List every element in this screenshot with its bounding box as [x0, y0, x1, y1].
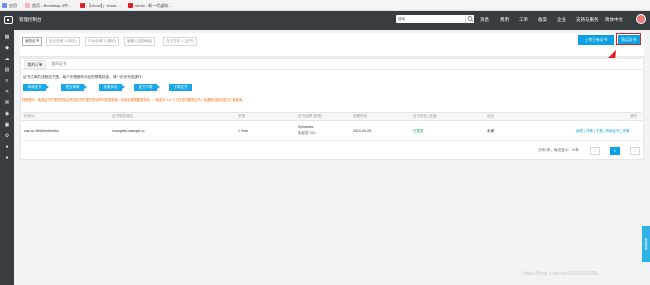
grid-icon[interactable]: ▦ [4, 35, 10, 40]
cell-instance-id: cas-cn-4560em6m6hu [24, 129, 59, 133]
apps-icon [2, 3, 7, 8]
bookmark-vhost-1[interactable]: 【vhost】」vhost ... [80, 2, 121, 9]
cell-state: 未满 [487, 129, 494, 133]
page-1-button[interactable]: 1 [610, 147, 620, 155]
page-icon [25, 3, 30, 8]
database-icon[interactable]: ▤ [4, 68, 10, 73]
step-arrow-icon [84, 85, 87, 89]
cell-domain: huangfeit.cataspsi.cc [112, 129, 145, 133]
online-consult-button[interactable]: 在线咨询 [642, 226, 650, 262]
vhost-icon [128, 3, 133, 8]
step-arrow-icon [122, 85, 125, 89]
tab-region-1[interactable]: 百元全域 3 (新区) [46, 37, 80, 46]
row-actions-links[interactable]: 续签 | 详情 | 下载 | 吊销证书 | 详情 [576, 129, 629, 134]
bookmark-bootstrap[interactable]: 首页 - Bootstrap 3中... [25, 2, 71, 9]
subtab-my-certificates[interactable]: 我的证书 [48, 60, 70, 69]
notice-text: 特别提示：免费证书只需在购买后完成证书的提交申请即可完成安装，请务必按照要求完成… [22, 98, 246, 102]
step-arrow-icon [157, 85, 160, 89]
search-icon[interactable] [465, 15, 474, 23]
column-instance-id: 实例ID [24, 114, 35, 118]
avatar[interactable] [636, 14, 646, 24]
column-expire: 到期时间 [353, 114, 367, 118]
bookmark-apps[interactable]: 应用 [2, 2, 17, 9]
column-domain: 证书绑定域名 [112, 114, 133, 118]
cloud-icon[interactable]: ☁ [4, 57, 10, 62]
circle-icon[interactable]: ● [4, 145, 10, 150]
nav-support[interactable]: 支持与服务 [576, 17, 599, 23]
nav-enterprise[interactable]: 企业 [557, 17, 566, 23]
divider [22, 69, 642, 70]
column-years: 年限 [238, 114, 245, 118]
cell-status: 已签发 [413, 129, 424, 133]
pagination-summary: 共有1条，每页显示：10条 [538, 148, 579, 152]
tab-my-certificates[interactable]: 我的证书 [22, 37, 43, 46]
upload-certificate-button[interactable]: 上传已有证书 [578, 35, 614, 45]
guide-text: 证书订单的流程如下图，每个步骤都有对应的帮助信息，请一步步完成操作： [23, 75, 146, 79]
highlight-box [616, 33, 641, 45]
nav-messages[interactable]: 消息 [480, 17, 489, 23]
orders-card [20, 58, 644, 160]
cube-icon[interactable]: ◆ [4, 46, 10, 51]
console-title[interactable]: 管理控制台 [19, 17, 42, 23]
tool-icon[interactable]: ✕ [4, 90, 10, 95]
logo-icon[interactable] [4, 16, 13, 24]
chart-icon[interactable]: ▣ [4, 123, 10, 128]
column-brand[interactable]: 证书品牌 (类型) [298, 114, 322, 119]
settings-icon[interactable]: ⚙ [4, 134, 10, 139]
column-status[interactable]: 证书状态 (全部) [413, 114, 437, 119]
network-icon[interactable]: ⌘ [4, 101, 10, 106]
step-apply[interactable]: 申请证书 [23, 84, 46, 91]
cell-years: 1 Year [238, 129, 248, 133]
watermark: https://blog.csdn.net/h201627339... [523, 271, 602, 277]
next-page-button[interactable]: › [630, 147, 640, 155]
top-navigation-bar [0, 11, 650, 30]
cell-expire: 2019-09-28 [353, 129, 371, 133]
step-download[interactable]: 下载证书 [169, 84, 192, 91]
step-submit[interactable]: 提交审核 [61, 84, 84, 91]
dot-icon[interactable]: ● [4, 156, 10, 161]
search-input[interactable]: 搜索 [396, 15, 467, 23]
subtab-my-orders[interactable]: 我的订单 [24, 60, 46, 69]
shield-icon[interactable]: ◉ [4, 112, 10, 117]
prev-page-button[interactable]: ‹ [590, 147, 600, 155]
cell-brand: Symantec [298, 125, 314, 129]
nav-language[interactable]: 简体中文 [605, 17, 623, 23]
step-download-cert[interactable]: 证书下载 [134, 84, 157, 91]
bookmark-vhost-2[interactable]: vhost - 新一代虚拟... [128, 2, 171, 9]
cell-brand-type: 免费型 SSL [298, 131, 317, 135]
column-state: 状态 [487, 114, 494, 118]
step-status[interactable]: 查看状态 [99, 84, 122, 91]
nav-tickets[interactable]: 工单 [519, 17, 528, 23]
column-actions: 操作 [630, 114, 637, 118]
step-arrow-icon [46, 85, 49, 89]
vhost-icon [80, 3, 85, 8]
nav-icp[interactable]: 备案 [538, 17, 547, 23]
nav-billing[interactable]: 费用 [500, 17, 509, 23]
tab-region-4[interactable]: 百元华东 1 (证书) [163, 37, 197, 46]
tab-region-2[interactable]: 中台全域 1 (旗帜) [85, 37, 119, 46]
list-icon[interactable]: ≡ [4, 79, 10, 84]
tab-region-3[interactable]: 编辑 (法国地域) [124, 37, 155, 46]
